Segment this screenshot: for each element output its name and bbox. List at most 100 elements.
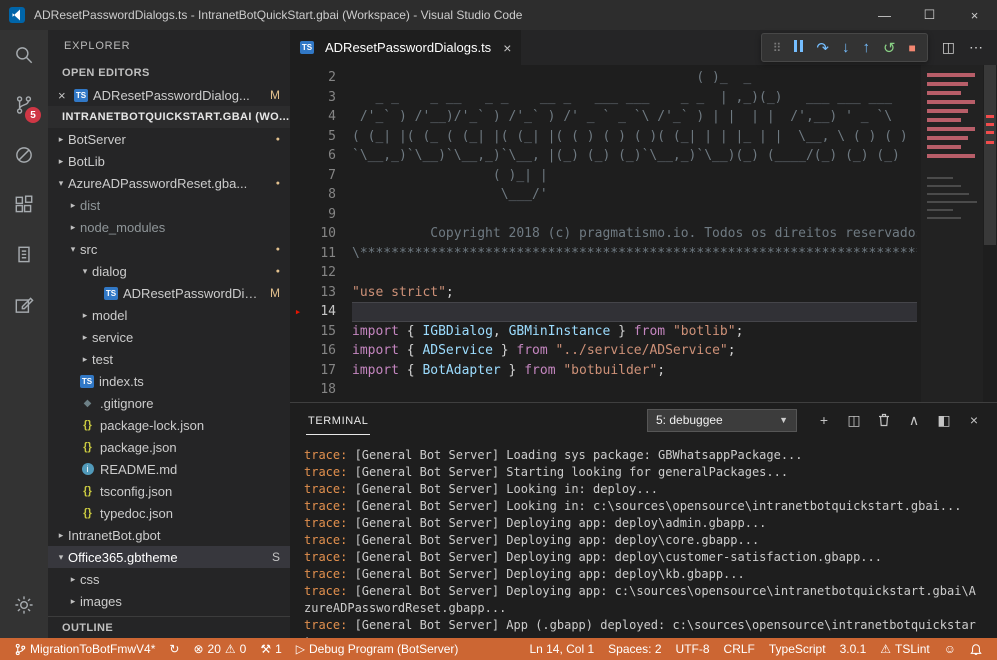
tree-item-service[interactable]: ▸service (48, 326, 290, 348)
indentation-item[interactable]: Spaces: 2 (601, 638, 668, 660)
tree-item-test[interactable]: ▸test (48, 348, 290, 370)
terminal-selector[interactable]: 5: debuggee ▼ (647, 409, 797, 432)
tree-item-css[interactable]: ▸css (48, 568, 290, 590)
tree-item-azureadpasswordreset-gba[interactable]: ▾AzureADPasswordReset.gba...● (48, 172, 290, 194)
restart-button[interactable]: ↺ (883, 39, 896, 57)
tslint-item[interactable]: ⚠TSLint (873, 638, 936, 660)
stop-button[interactable]: ■ (909, 41, 916, 55)
minimize-button[interactable]: — (862, 0, 907, 30)
code-line-14: ▸14 (290, 302, 917, 322)
tree-item-readme-md[interactable]: iREADME.md (48, 458, 290, 480)
close-panel-button[interactable]: × (961, 412, 987, 428)
tree-item-package-json[interactable]: {}package.json (48, 436, 290, 458)
tree-item-intranetbot-gbot[interactable]: ▸IntranetBot.gbot (48, 524, 290, 546)
new-terminal-button[interactable]: + (811, 412, 837, 428)
error-overview-mark (986, 141, 994, 144)
encoding-item[interactable]: UTF-8 (669, 638, 717, 660)
scrollbar-thumb[interactable] (984, 65, 996, 245)
code-line-6: 6`\__,_)`\__)`\__,_)`\__, |(_) (_) (_)`\… (290, 146, 917, 166)
tree-item-gitignore[interactable]: ◆.gitignore (48, 392, 290, 414)
chevron-right-icon[interactable]: ▸ (66, 596, 80, 607)
tree-item-package-lock-json[interactable]: {}package-lock.json (48, 414, 290, 436)
minimap-line (927, 127, 975, 131)
chevron-right-icon[interactable]: ▸ (66, 200, 80, 211)
open-editor-item[interactable]: × TS ADResetPasswordDialog... M (48, 84, 290, 106)
chevron-right-icon[interactable]: ▸ (78, 332, 92, 343)
chevron-right-icon[interactable]: ▸ (54, 530, 68, 541)
tree-item-dist[interactable]: ▸dist (48, 194, 290, 216)
notifications-item[interactable] (963, 638, 989, 660)
language-mode-item[interactable]: TypeScript (762, 638, 833, 660)
problems-item[interactable]: ⊗20 ⚠0 (186, 638, 253, 660)
panel-layout-button[interactable]: ◧ (931, 412, 957, 429)
chevron-right-icon[interactable]: ▸ (66, 574, 80, 585)
documents-icon[interactable] (0, 230, 48, 280)
indentation-label: Spaces: 2 (608, 642, 661, 656)
chevron-down-icon[interactable]: ▾ (66, 244, 80, 255)
source-control-icon[interactable]: 5 (0, 80, 48, 130)
search-icon[interactable] (0, 30, 48, 80)
cursor-position-item[interactable]: Ln 14, Col 1 (522, 638, 601, 660)
step-over-button[interactable]: ↷ (816, 39, 829, 57)
code-area[interactable]: 2 ( )_ _3 _ _ _ __ _ _ __ _ ___ ___ _ _ … (290, 65, 997, 402)
tab-terminal[interactable]: TERMINAL (306, 406, 370, 435)
sync-button[interactable]: ↻ (162, 638, 186, 660)
chevron-right-icon[interactable]: ▸ (66, 222, 80, 233)
tree-item-typedoc-json[interactable]: {}typedoc.json (48, 502, 290, 524)
settings-gear-icon[interactable] (0, 580, 48, 630)
drag-handle-icon[interactable]: ⠿ (773, 41, 782, 55)
workspace-folder-header[interactable]: INTRANETBOTQUICKSTART.GBAI (WO... (48, 106, 290, 128)
open-editors-header[interactable]: OPEN EDITORS (48, 62, 290, 84)
close-icon[interactable]: × (58, 88, 74, 103)
outline-header[interactable]: OUTLINE (48, 616, 290, 638)
tree-item-index-ts[interactable]: TSindex.ts (48, 370, 290, 392)
tree-item-dialog[interactable]: ▾dialog● (48, 260, 290, 282)
step-out-button[interactable]: ↑ (862, 39, 870, 56)
eol-item[interactable]: CRLF (717, 638, 762, 660)
close-button[interactable]: × (952, 0, 997, 30)
chevron-right-icon[interactable]: ▸ (54, 156, 68, 167)
tasks-item[interactable]: ⚒1 (253, 638, 288, 660)
chevron-right-icon[interactable]: ▸ (54, 134, 68, 145)
split-terminal-button[interactable]: ◫ (841, 412, 867, 429)
ts-version-label: 3.0.1 (840, 642, 867, 656)
git-branch-item[interactable]: MigrationToBotFmwV4* (8, 638, 162, 660)
line-number: 9 (306, 205, 352, 225)
maximize-panel-button[interactable]: ∧ (901, 412, 927, 429)
editor-scrollbar[interactable] (983, 65, 997, 402)
code-line-8: 8 \___/' (290, 185, 917, 205)
extensions-icon[interactable] (0, 180, 48, 230)
chevron-right-icon[interactable]: ▸ (78, 354, 92, 365)
json-file-icon: {} (80, 507, 95, 520)
pause-button[interactable] (794, 39, 803, 57)
edit-icon[interactable] (0, 280, 48, 330)
chevron-down-icon[interactable]: ▾ (54, 178, 68, 189)
chevron-down-icon[interactable]: ▾ (54, 552, 68, 563)
close-tab-icon[interactable]: × (503, 40, 511, 56)
chevron-down-icon[interactable]: ▾ (78, 266, 92, 277)
more-actions-button[interactable]: ⋯ (969, 39, 983, 56)
tab-adresetpassworddialogs[interactable]: TS ADResetPasswordDialogs.ts × (290, 30, 521, 65)
tree-item-images[interactable]: ▸images (48, 590, 290, 612)
kill-terminal-button[interactable] (871, 413, 897, 427)
tree-item-tsconfig-json[interactable]: {}tsconfig.json (48, 480, 290, 502)
vscode-window: ADResetPasswordDialogs.ts - IntranetBotQ… (0, 0, 997, 660)
tree-item-adresetpassworddial[interactable]: TSADResetPasswordDial...M (48, 282, 290, 304)
editor[interactable]: 2 ( )_ _3 _ _ _ __ _ _ __ _ ___ ___ _ _ … (290, 65, 997, 402)
chevron-right-icon[interactable]: ▸ (78, 310, 92, 321)
tree-item-node-modules[interactable]: ▸node_modules (48, 216, 290, 238)
tree-item-model[interactable]: ▸model (48, 304, 290, 326)
tree-item-src[interactable]: ▾src● (48, 238, 290, 260)
terminal-output[interactable]: trace: [General Bot Server] Loading sys … (290, 437, 997, 638)
debug-status-item[interactable]: ▷Debug Program (BotServer) (289, 638, 466, 660)
step-into-button[interactable]: ↓ (842, 39, 850, 56)
minimap[interactable] (921, 65, 983, 402)
ts-version-item[interactable]: 3.0.1 (833, 638, 874, 660)
maximize-button[interactable]: ☐ (907, 0, 952, 30)
tree-item-office365-gbtheme[interactable]: ▾Office365.gbthemeS (48, 546, 290, 568)
feedback-item[interactable]: ☺ (937, 638, 963, 660)
split-editor-button[interactable]: ◫ (942, 39, 955, 56)
tree-item-botserver[interactable]: ▸BotServer● (48, 128, 290, 150)
tree-item-botlib[interactable]: ▸BotLib (48, 150, 290, 172)
debug-icon[interactable] (0, 130, 48, 180)
